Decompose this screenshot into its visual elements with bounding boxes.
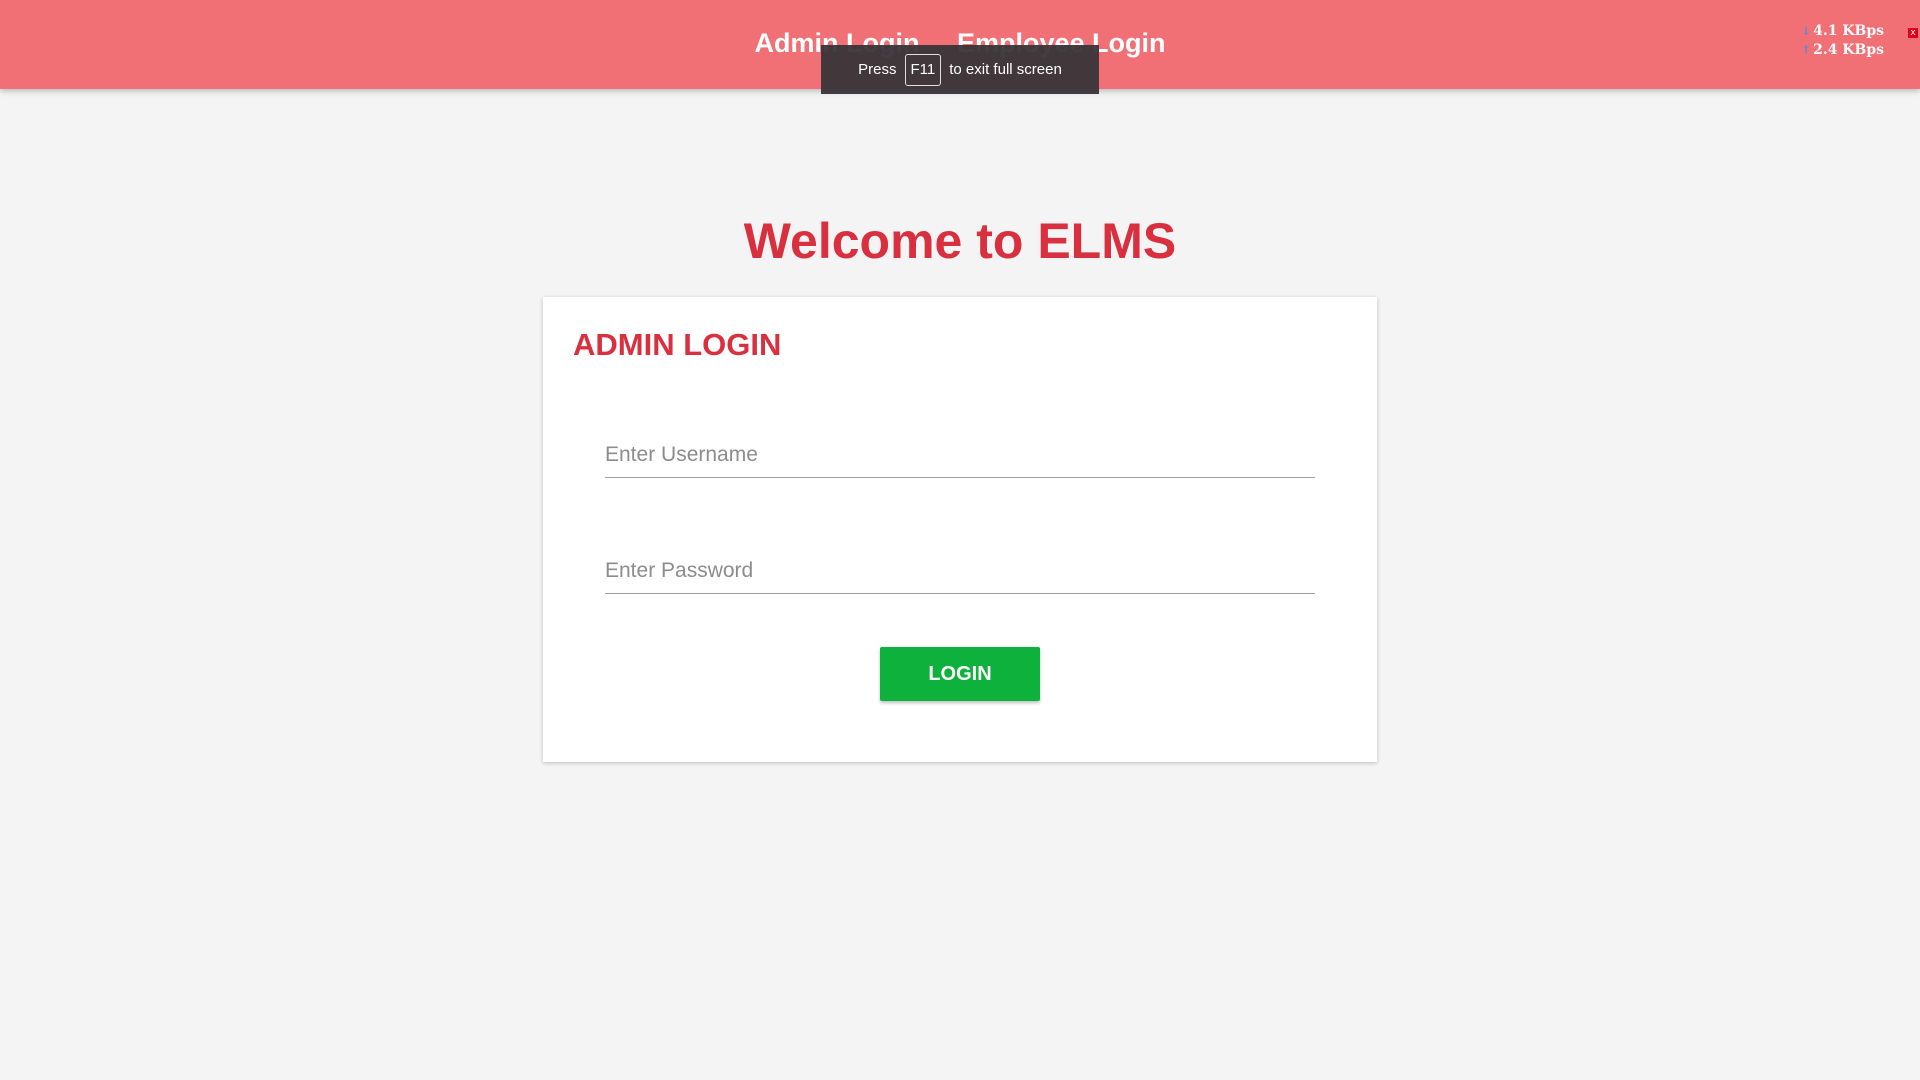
upload-speed: ↑ 2.4 KBps xyxy=(1801,41,1884,60)
download-speed-value: 4.1 KBps xyxy=(1813,23,1884,39)
f11-key-badge: F11 xyxy=(904,53,942,86)
login-card-title: ADMIN LOGIN xyxy=(573,327,782,362)
fullscreen-notice: Press F11 to exit full screen xyxy=(821,45,1099,94)
down-arrow-icon: ↓ xyxy=(1801,24,1812,38)
upload-speed-value: 2.4 KBps xyxy=(1813,42,1884,58)
fullscreen-notice-suffix: to exit full screen xyxy=(949,61,1062,78)
login-button[interactable]: LOGIN xyxy=(880,647,1040,701)
username-input[interactable] xyxy=(605,433,1315,478)
net-speed-widget: ↓ 4.1 KBps ↑ 2.4 KBps xyxy=(1801,22,1884,60)
password-input[interactable] xyxy=(605,549,1315,594)
fullscreen-notice-prefix: Press xyxy=(858,61,897,78)
up-arrow-icon: ↑ xyxy=(1801,43,1812,57)
net-speed-close-icon[interactable]: x xyxy=(1908,28,1918,38)
page-title: Welcome to ELMS xyxy=(743,213,1177,269)
download-speed: ↓ 4.1 KBps xyxy=(1801,22,1884,41)
